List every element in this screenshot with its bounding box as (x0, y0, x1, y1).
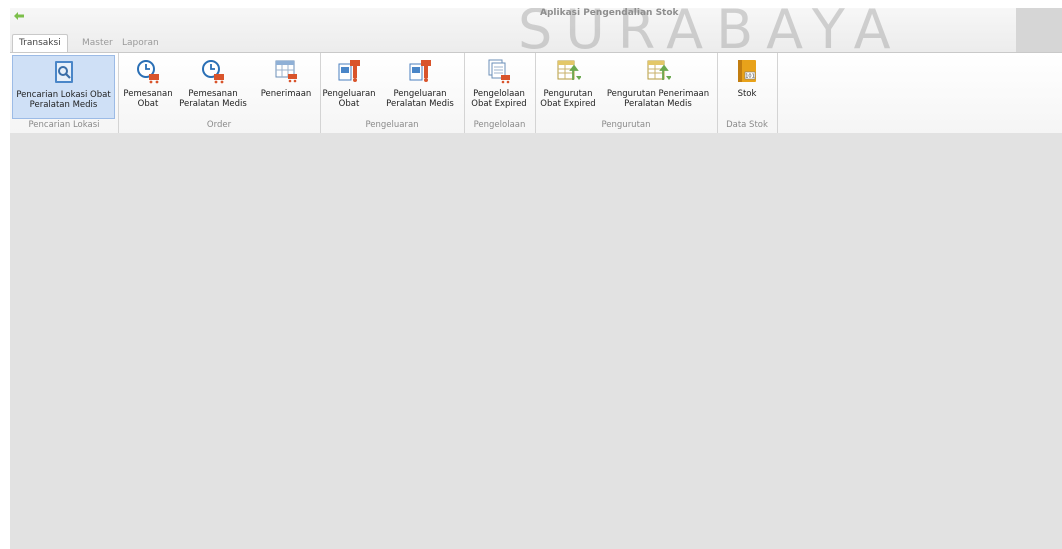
pengurutan-penerimaan-button[interactable]: Pengurutan Penerimaan Peralatan Medis (603, 55, 713, 119)
group-pengurutan: Pengurutan Obat Expired Pengurutan Pener… (535, 53, 718, 133)
group-label-data-stok: Data Stok (726, 120, 768, 130)
group-data-stok: 101 Stok Data Stok (717, 53, 778, 133)
penerimaan-label: Penerimaan (260, 89, 312, 99)
group-pengelolaan: Pengelolaan Obat Expired Pengelolaan (464, 53, 536, 133)
group-label-order: Order (206, 120, 232, 130)
pemesanan-obat-label: Pemesanan Obat (123, 89, 173, 109)
pengeluaran-obat-label: Pengeluaran Obat (322, 89, 376, 109)
app-icon[interactable] (12, 10, 26, 22)
workspace-area (10, 133, 1062, 549)
pengurutan-obat-expired-label: Pengurutan Obat Expired (540, 89, 596, 109)
clock-cart-icon (200, 58, 226, 84)
group-pencarian-lokasi: Pencarian Lokasi Obat Peralatan Medis Pe… (10, 53, 119, 133)
ribbon: Pencarian Lokasi Obat Peralatan Medis Pe… (10, 52, 1062, 134)
app-window: SURABAYA Aplikasi Pengendalian Stok Tran… (10, 8, 1062, 549)
pencarian-lokasi-button[interactable]: Pencarian Lokasi Obat Peralatan Medis (12, 55, 115, 119)
dispense-icon (336, 58, 362, 84)
pengelolaan-obat-expired-button[interactable]: Pengelolaan Obat Expired (466, 55, 532, 119)
window-title: Aplikasi Pengendalian Stok (540, 8, 679, 18)
pemesanan-peralatan-medis-label: Pemesanan Peralatan Medis (179, 89, 247, 109)
title-bar: SURABAYA Aplikasi Pengendalian Stok Tran… (10, 8, 1062, 60)
tab-master[interactable]: Master (76, 35, 119, 52)
stok-button[interactable]: 101 Stok (721, 55, 773, 119)
book-icon: 101 (734, 58, 760, 84)
pengurutan-penerimaan-label: Pengurutan Penerimaan Peralatan Medis (606, 89, 710, 109)
pencarian-lokasi-label: Pencarian Lokasi Obat Peralatan Medis (16, 90, 111, 110)
tab-laporan[interactable]: Laporan (116, 35, 165, 52)
table-cart-icon (273, 58, 299, 84)
stok-label: Stok (737, 89, 757, 99)
pemesanan-obat-button[interactable]: Pemesanan Obat (120, 55, 176, 119)
sort-table-icon (645, 58, 671, 84)
penerimaan-button[interactable]: Penerimaan (256, 55, 316, 119)
search-document-icon (51, 59, 77, 85)
dispense-icon (407, 58, 433, 84)
group-order: Pemesanan Obat Pemesanan Peralatan Medis… (118, 53, 321, 133)
sort-table-icon (555, 58, 581, 84)
clock-cart-icon (135, 58, 161, 84)
pengurutan-obat-expired-button[interactable]: Pengurutan Obat Expired (537, 55, 599, 119)
pengelolaan-obat-expired-label: Pengelolaan Obat Expired (471, 89, 527, 109)
pengeluaran-peralatan-medis-button[interactable]: Pengeluaran Peralatan Medis (380, 55, 460, 119)
group-label-pengelolaan: Pengelolaan (473, 120, 526, 130)
pengeluaran-obat-button[interactable]: Pengeluaran Obat (322, 55, 376, 119)
tab-transaksi[interactable]: Transaksi (12, 34, 68, 53)
pengeluaran-peralatan-medis-label: Pengeluaran Peralatan Medis (386, 89, 454, 109)
group-label-pengurutan: Pengurutan (601, 120, 651, 130)
title-bar-corner (1016, 8, 1062, 52)
group-label-pencarian: Pencarian Lokasi (28, 120, 100, 130)
svg-text:101: 101 (745, 74, 755, 80)
stack-cart-icon (486, 58, 512, 84)
group-pengeluaran: Pengeluaran Obat Pengeluaran Peralatan M… (320, 53, 465, 133)
group-label-pengeluaran: Pengeluaran (365, 120, 419, 130)
pemesanan-peralatan-medis-button[interactable]: Pemesanan Peralatan Medis (178, 55, 248, 119)
